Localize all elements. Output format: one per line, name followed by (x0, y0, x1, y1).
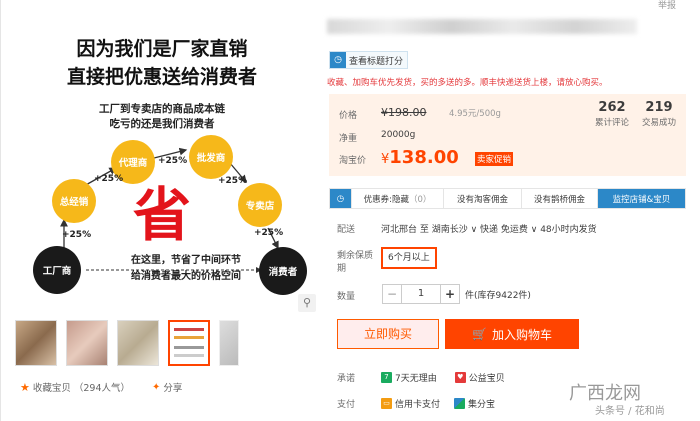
product-subtitle: 收藏、加购车优先发货，买的多送的多。顺丰快递送货上楼，请放心购买。 (327, 78, 608, 88)
report-link[interactable]: 举报 (658, 0, 676, 11)
watermark-source: 头条号 / 花和尚 (595, 406, 665, 417)
node-factory: 工厂商 (33, 246, 81, 294)
net-weight: 20000g (381, 130, 416, 140)
jifenbao-icon (454, 398, 466, 409)
seven-day-icon: 7 (381, 372, 392, 383)
pct-label: +25% (254, 228, 284, 238)
quantity-label: 数量 (337, 292, 356, 302)
taobao-price-label: 淘宝价 (339, 156, 367, 166)
thumbnail-strip (15, 320, 239, 368)
thumbnail[interactable] (117, 320, 159, 366)
add-to-cart-button[interactable]: 🛒 加入购物车 (445, 319, 579, 349)
pct-label: +25% (218, 176, 248, 186)
plugin-tabs: ◷ 优惠券:隐藏 （0） 没有淘客佣金 没有鹊桥佣金 监控店铺&宝贝 (329, 188, 686, 209)
node-distributor: 总经销 (52, 179, 96, 223)
tab-queqiao[interactable]: 没有鹊桥佣金 (522, 189, 598, 208)
quantity-increase-button[interactable]: + (440, 284, 460, 304)
main-product-image[interactable]: 因为我们是厂家直销 直接把优惠送给消费者 工厂到专卖店的商品成本链 吃亏的还是我… (6, 8, 318, 313)
unit-price: 4.95元/500g (449, 109, 501, 119)
taobao-price: ¥138.00 (381, 147, 459, 168)
thumbnail-active[interactable] (168, 320, 210, 366)
promo-tag: 卖家促销 (475, 152, 514, 166)
favorite-button[interactable]: ★ 收藏宝贝 （294人气） (20, 380, 131, 395)
share-icon: ✦ (152, 381, 161, 393)
payment-credit-card[interactable]: ▭ 信用卡支付 (381, 397, 440, 410)
pct-label: +25% (94, 174, 124, 184)
cart-icon: 🛒 (472, 327, 487, 341)
price-panel: 价格 ¥198.00 4.95元/500g 净重 20000g 淘宝价 ¥138… (329, 94, 686, 176)
stock-info: 件(库存9422件) (465, 291, 531, 301)
shelf-life-option[interactable]: 6个月以上 (381, 247, 437, 269)
tab-coupon[interactable]: 优惠券:隐藏 （0） (352, 189, 444, 208)
tab-taoke[interactable]: 没有淘客佣金 (444, 189, 522, 208)
favorite-label: 收藏宝贝 (32, 383, 71, 394)
pct-label: +25% (62, 230, 92, 240)
charity-icon: ♥ (454, 372, 466, 383)
quantity-input[interactable]: 1 (401, 284, 441, 304)
pct-label: +25% (158, 156, 188, 166)
product-title-blurred (327, 19, 637, 34)
zoom-icon[interactable]: ⚲ (298, 294, 316, 312)
promise-charity[interactable]: ♥ 公益宝贝 (454, 371, 505, 384)
weight-label: 净重 (339, 134, 358, 144)
thumbnail[interactable] (15, 320, 57, 366)
node-consumer: 消费者 (259, 247, 307, 295)
credit-card-icon: ▭ (381, 398, 392, 409)
payment-label: 支付 (337, 400, 356, 410)
quantity-decrease-button[interactable]: − (382, 284, 402, 304)
promise-list: 7 7天无理由 ♥ 公益宝贝 (381, 371, 505, 384)
image-note-1: 在这里，节省了中间环节 (131, 255, 241, 266)
share-button[interactable]: ✦ 分享 (152, 380, 183, 395)
plugin-logo-icon[interactable]: ◷ (330, 189, 352, 208)
node-wholesaler: 批发商 (189, 135, 233, 179)
big-save-character: 省 (133, 181, 192, 249)
thumbnail[interactable] (66, 320, 108, 366)
shelf-life-label: 剩余保质期 (337, 251, 374, 274)
share-label: 分享 (163, 383, 183, 394)
product-page: 因为我们是厂家直销 直接把优惠送给消费者 工厂到专卖店的商品成本链 吃亏的还是我… (0, 0, 700, 421)
original-price: ¥198.00 (381, 106, 427, 119)
add-to-cart-label: 加入购物车 (491, 327, 552, 342)
delivery-label: 配送 (337, 225, 356, 235)
node-store: 专卖店 (238, 183, 282, 227)
delivery-info[interactable]: 河北邢台 至 湖南长沙 ∨ 快递 免运费 ∨ 48小时内发货 (381, 222, 597, 235)
stat-sales[interactable]: 219 交易成功 (629, 100, 689, 128)
favorite-count: （294人气） (73, 383, 131, 394)
promise-7day[interactable]: 7 7天无理由 (381, 371, 437, 384)
image-note-2: 给消费者最大的价格空间 (131, 271, 241, 282)
title-rating-button[interactable]: ◷ 查看标题打分 (329, 51, 409, 69)
promise-label: 承诺 (337, 374, 356, 384)
payment-list: ▭ 信用卡支付 集分宝 (381, 397, 495, 410)
star-icon: ★ (20, 380, 30, 394)
tab-monitor[interactable]: 监控店铺&宝贝 (598, 189, 685, 208)
title-rating-label: 查看标题打分 (349, 56, 404, 67)
price-label: 价格 (339, 111, 358, 121)
thumbnail[interactable] (219, 320, 239, 366)
buy-now-button[interactable]: 立即购买 (337, 319, 439, 349)
payment-jifenbao[interactable]: 集分宝 (454, 397, 495, 410)
clock-icon: ◷ (330, 52, 346, 68)
